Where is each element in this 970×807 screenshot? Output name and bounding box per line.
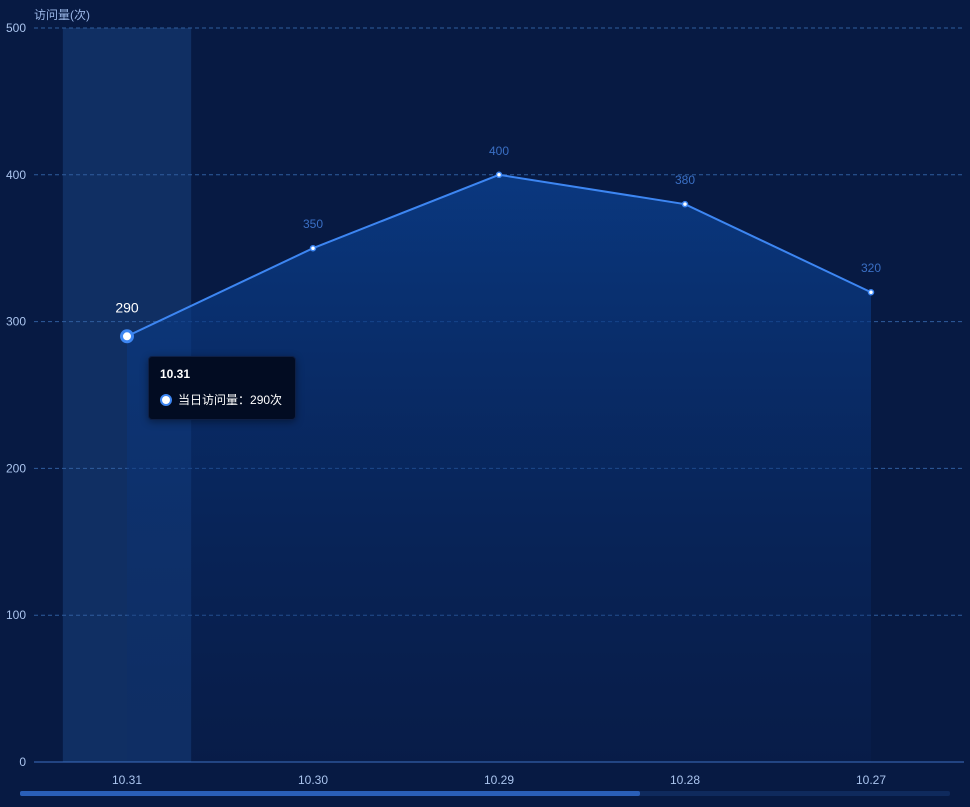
data-tooltip: 10.31 当日访问量： 290次 <box>148 356 296 420</box>
tooltip-title: 10.31 <box>160 367 191 381</box>
series-marker-icon <box>160 393 172 406</box>
x-tick-label: 10.29 <box>484 773 514 787</box>
x-tick-label: 10.31 <box>112 773 142 787</box>
data-label: 400 <box>489 144 509 158</box>
tooltip-series-label: 当日访问量： <box>178 393 251 407</box>
data-zoom-scrollbar[interactable] <box>20 791 950 796</box>
data-point <box>309 244 317 252</box>
y-tick-label: 100 <box>6 608 26 622</box>
y-tick-label: 0 <box>19 755 26 769</box>
data-point <box>681 200 689 208</box>
data-point <box>495 171 503 179</box>
data-label: 320 <box>861 261 881 275</box>
chart-container: 访问量(次) 290 350 400 380 320 0 100 200 300 400 500 1… <box>0 0 970 807</box>
tooltip-row: 当日访问量： 290次 <box>160 391 284 408</box>
data-label: 380 <box>675 173 695 187</box>
y-tick-label: 500 <box>6 21 26 35</box>
tooltip-value: 290次 <box>250 393 283 407</box>
data-zoom-handle[interactable] <box>20 791 641 796</box>
y-tick-label: 200 <box>6 461 26 475</box>
y-tick-label: 300 <box>6 315 26 329</box>
x-tick-label: 10.30 <box>298 773 328 787</box>
y-tick-label: 400 <box>6 168 26 182</box>
line-chart[interactable]: 290350400380320 010020030040050010.31 10.… <box>0 0 970 807</box>
series-area <box>127 174 871 763</box>
data-point <box>120 329 134 344</box>
data-label: 350 <box>303 217 323 231</box>
data-label: 290 <box>115 299 139 315</box>
x-tick-label: 10.27 <box>856 773 886 787</box>
data-point <box>867 288 875 296</box>
x-tick-label: 10.28 <box>670 773 700 787</box>
